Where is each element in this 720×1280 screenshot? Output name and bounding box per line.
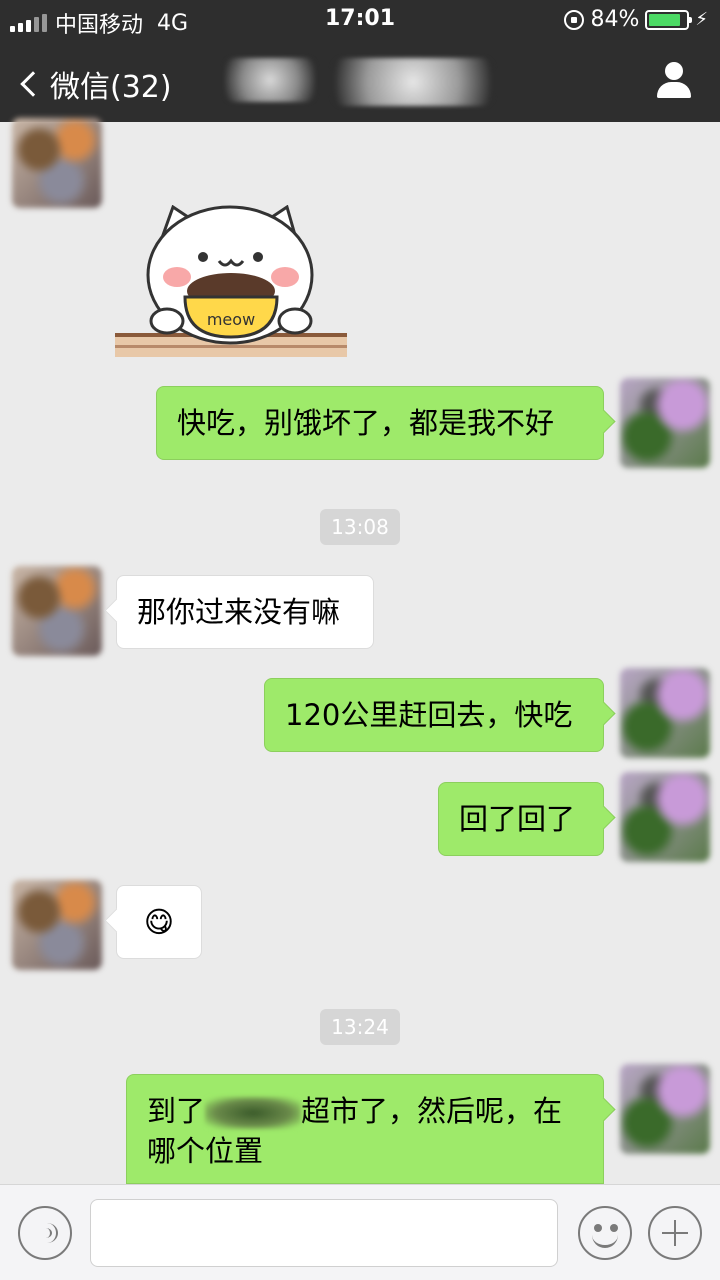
plus-icon[interactable] xyxy=(648,1206,702,1260)
message-text-start: 到了 xyxy=(147,1094,206,1128)
message-text: 那你过来没有嘛 xyxy=(137,595,341,629)
smiley-icon[interactable] xyxy=(578,1206,632,1260)
my-avatar[interactable] xyxy=(620,668,710,758)
message-text: 回了回了 xyxy=(459,802,576,836)
message-text: 快吃，别饿坏了，都是我不好 xyxy=(177,406,555,440)
message-input[interactable] xyxy=(90,1199,558,1267)
chat-title-redacted xyxy=(225,58,500,106)
voice-icon[interactable] xyxy=(18,1206,72,1260)
chevron-left-icon xyxy=(20,71,46,97)
meow-sticker[interactable]: meow xyxy=(115,204,347,360)
redacted-name xyxy=(205,1097,302,1129)
my-message[interactable]: 回了回了 xyxy=(438,782,604,856)
my-message[interactable]: 120公里赶回去，快吃 xyxy=(264,678,604,752)
input-bar xyxy=(0,1184,720,1280)
my-avatar[interactable] xyxy=(620,772,710,862)
sticker-text: meow xyxy=(207,310,255,329)
rotation-lock-icon xyxy=(564,9,585,30)
my-message[interactable]: 到了 超市了，然后呢，在哪个位置 xyxy=(126,1074,604,1184)
battery-icon xyxy=(645,9,693,30)
status-bar: 中国移动 4G 17:01 84% ⚡ xyxy=(0,0,720,40)
emoji-text: 😋 xyxy=(143,905,175,939)
message-text: 120公里赶回去，快吃 xyxy=(285,698,573,732)
back-label: 微信(32) xyxy=(50,70,172,105)
my-avatar[interactable] xyxy=(620,378,710,468)
my-avatar[interactable] xyxy=(620,1064,710,1154)
nav-bar: 微信(32) xyxy=(0,40,720,122)
cat-sticker-image: meow xyxy=(115,204,347,357)
person-icon xyxy=(665,62,683,80)
friend-avatar[interactable] xyxy=(12,880,102,970)
back-button[interactable]: 微信(32) xyxy=(18,62,172,106)
message-timestamp: 13:08 xyxy=(320,509,400,545)
friend-avatar[interactable] xyxy=(12,566,102,656)
friend-avatar[interactable] xyxy=(12,118,102,208)
my-message[interactable]: 快吃，别饿坏了，都是我不好 xyxy=(156,386,604,460)
friend-message[interactable]: 😋 xyxy=(116,885,202,959)
battery-percent: 84% xyxy=(590,7,640,32)
friend-message[interactable]: 那你过来没有嘛 xyxy=(116,575,374,649)
message-timestamp: 13:24 xyxy=(320,1009,400,1045)
profile-button[interactable] xyxy=(656,62,692,100)
charging-icon: ⚡ xyxy=(695,9,708,30)
